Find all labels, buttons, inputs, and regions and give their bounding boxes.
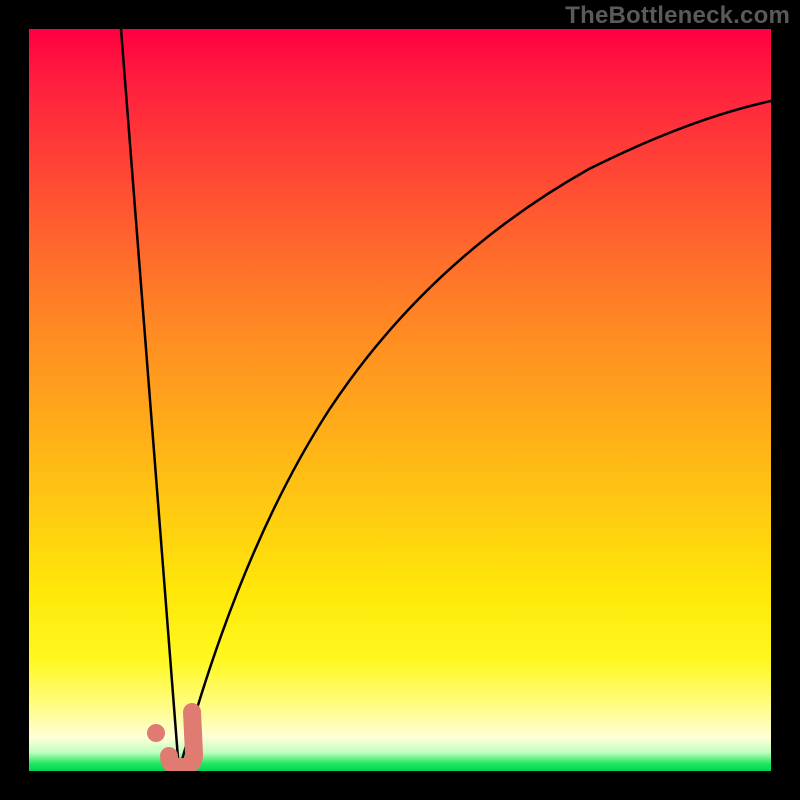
- chart-frame: TheBottleneck.com: [0, 0, 800, 800]
- plot-area: [29, 29, 771, 771]
- marker-dot: [147, 724, 165, 742]
- curve-left: [121, 29, 179, 771]
- watermark-text: TheBottleneck.com: [565, 2, 790, 30]
- curve-svg: [29, 29, 771, 771]
- curve-right: [179, 101, 771, 771]
- marker-j: [169, 712, 194, 767]
